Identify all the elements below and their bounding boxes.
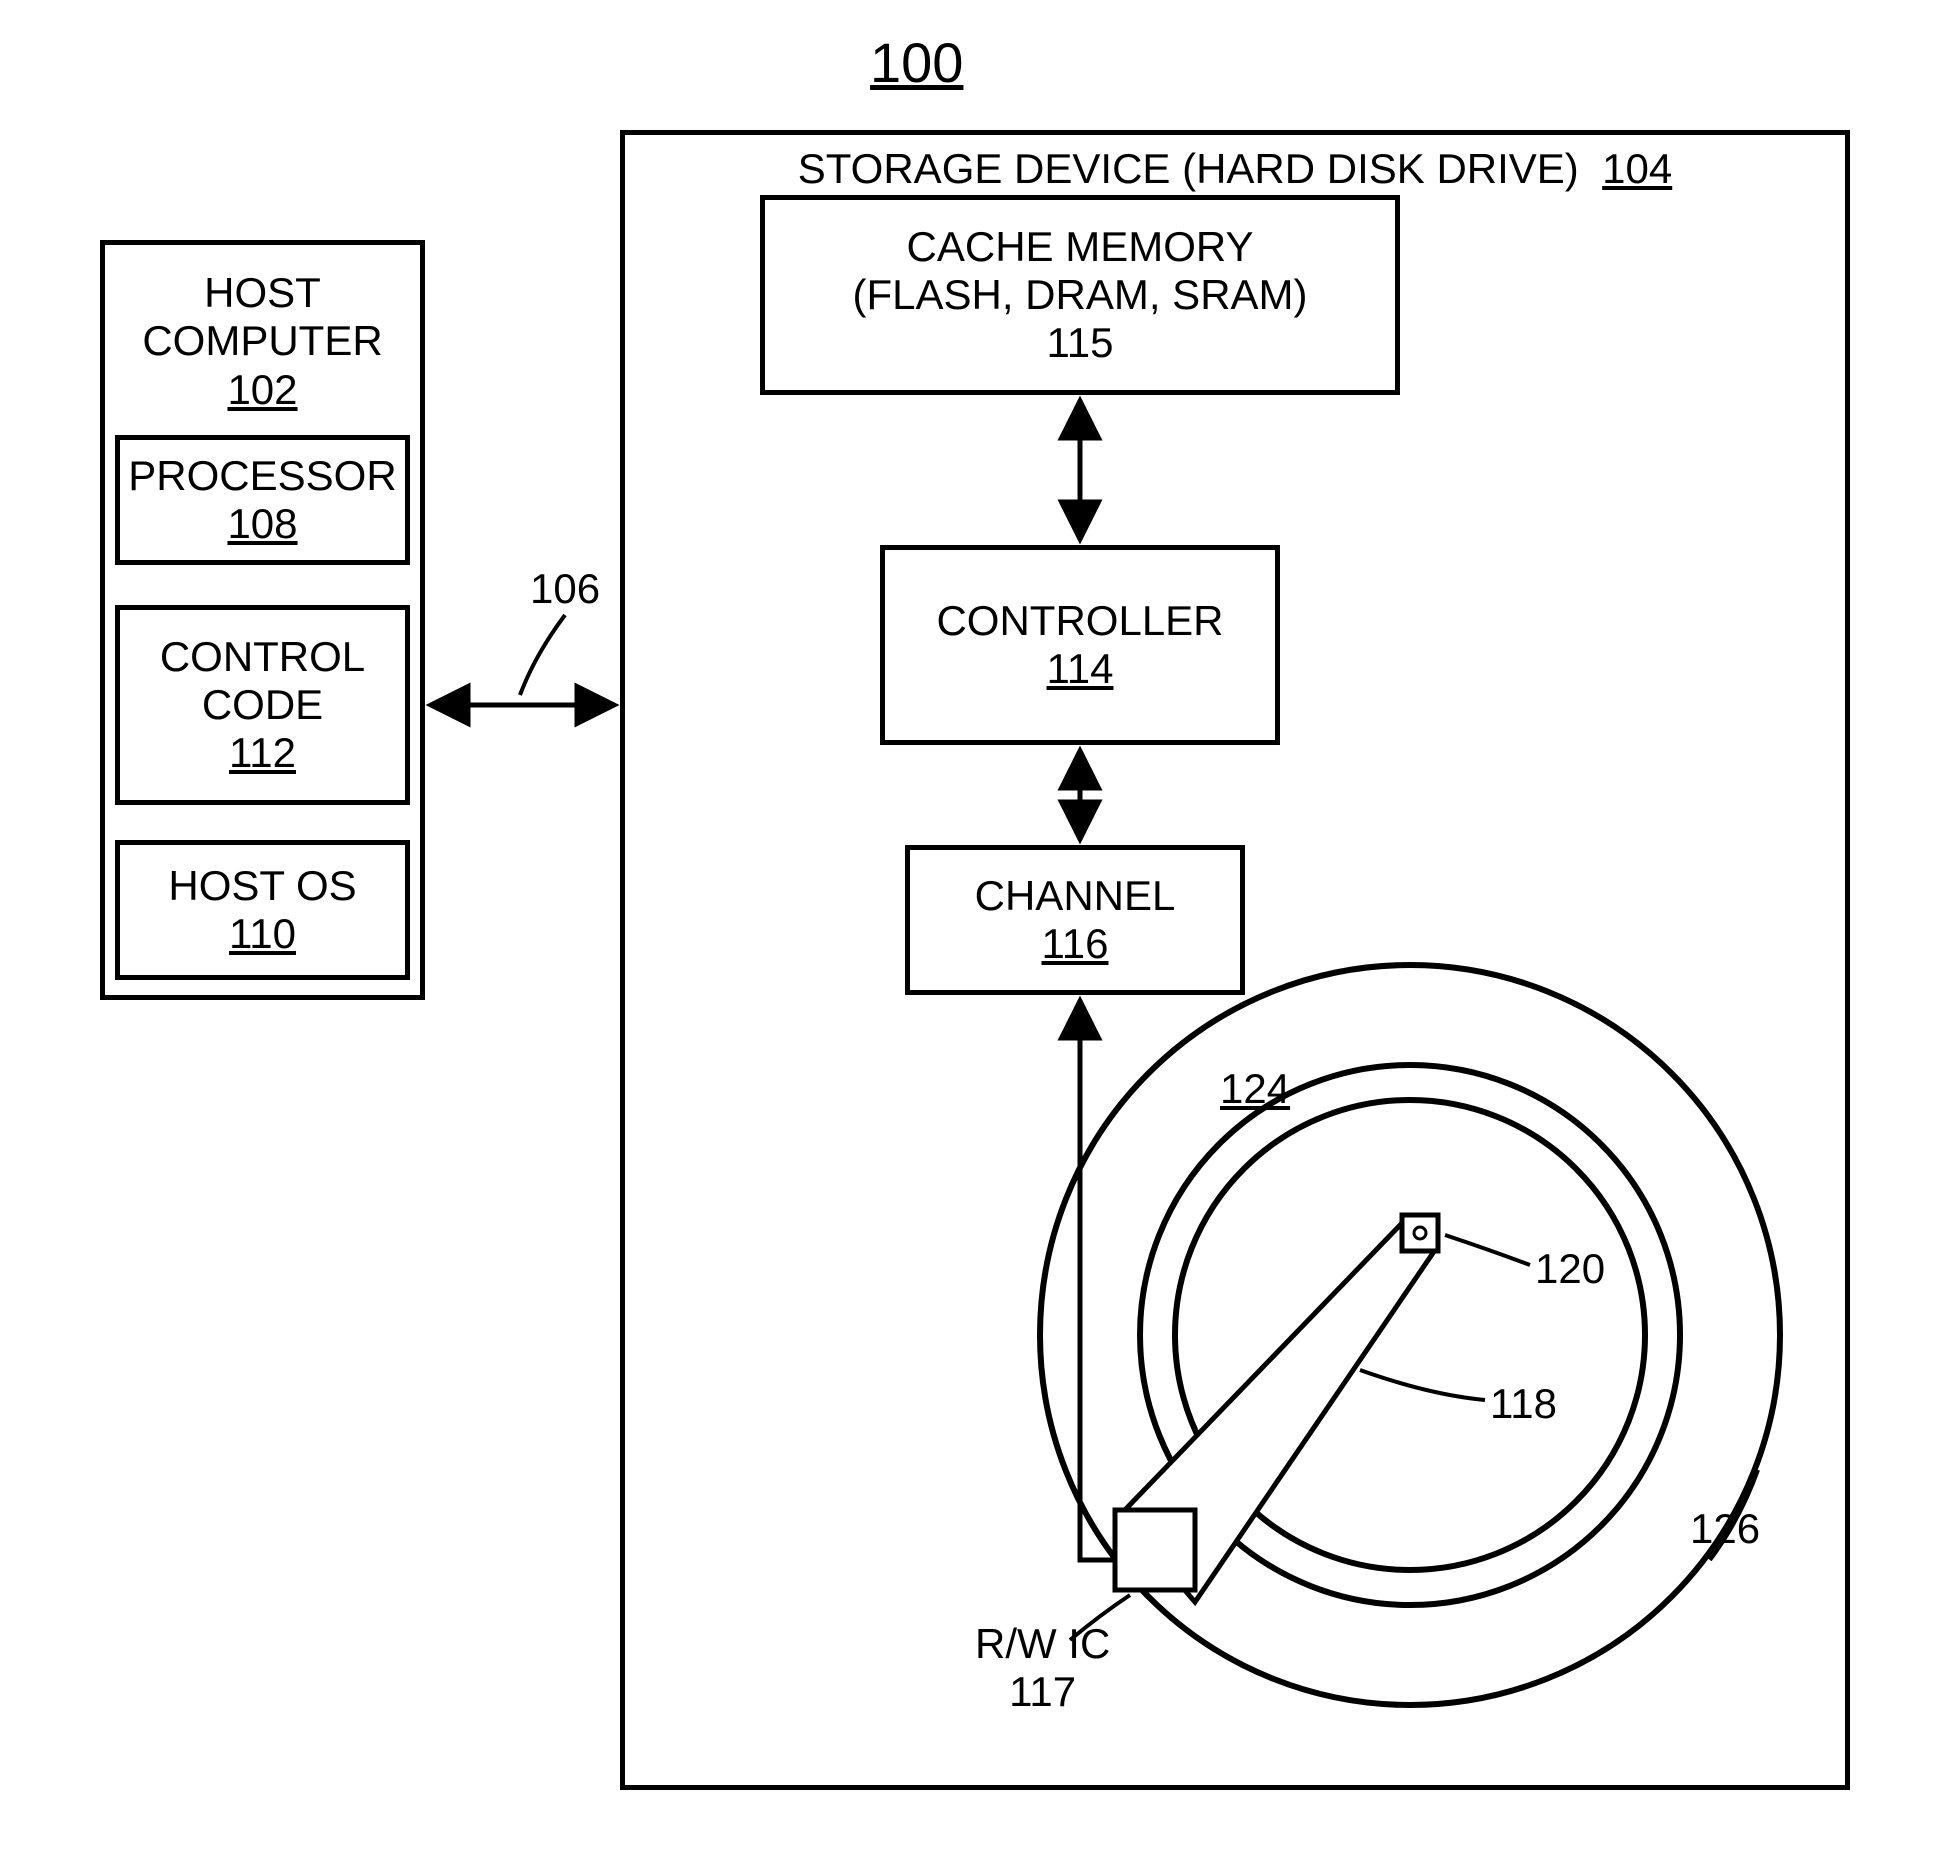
platter-outer-ref-label: 126 <box>1690 1505 1760 1553</box>
bus-ref-leader <box>520 615 565 695</box>
processor-box: PROCESSOR 108 <box>115 435 410 565</box>
host-os-box: HOST OS 110 <box>115 840 410 980</box>
cache-line2: (FLASH, DRAM, SRAM) <box>852 271 1307 319</box>
cache-line1: CACHE MEMORY <box>907 223 1254 271</box>
cache-memory-box: CACHE MEMORY (FLASH, DRAM, SRAM) 115 <box>760 195 1400 395</box>
channel-ref: 116 <box>1042 920 1109 968</box>
controller-ref: 114 <box>1047 645 1114 693</box>
storage-ref: 104 <box>1602 145 1672 192</box>
host-ref: 102 <box>227 366 297 414</box>
platter-inner-ref-label: 124 <box>1220 1065 1290 1113</box>
storage-title-text: STORAGE DEVICE (HARD DISK DRIVE) <box>798 145 1579 192</box>
cache-ref: 115 <box>1047 319 1114 367</box>
host-title-line2: COMPUTER <box>142 317 382 365</box>
control-code-ref: 112 <box>229 729 296 777</box>
control-code-line2: CODE <box>202 681 323 729</box>
figure-number: 100 <box>870 30 963 95</box>
arm-ref-label: 118 <box>1490 1380 1557 1428</box>
processor-label: PROCESSOR <box>128 452 396 500</box>
channel-label: CHANNEL <box>975 872 1176 920</box>
controller-label: CONTROLLER <box>936 597 1223 645</box>
diagram-canvas: 100 HOST COMPUTER 102 PROCESSOR 108 CONT… <box>0 0 1937 1866</box>
rw-ic-label: R/W IC 117 <box>975 1620 1110 1716</box>
host-os-ref: 110 <box>229 910 296 958</box>
bus-ref-label: 106 <box>530 565 600 613</box>
controller-box: CONTROLLER 114 <box>880 545 1280 745</box>
host-os-label: HOST OS <box>168 862 356 910</box>
head-ref-label: 120 <box>1535 1245 1605 1293</box>
processor-ref: 108 <box>227 500 297 548</box>
control-code-line1: CONTROL <box>160 633 365 681</box>
channel-box: CHANNEL 116 <box>905 845 1245 995</box>
host-title-line1: HOST <box>204 269 321 317</box>
control-code-box: CONTROL CODE 112 <box>115 605 410 805</box>
